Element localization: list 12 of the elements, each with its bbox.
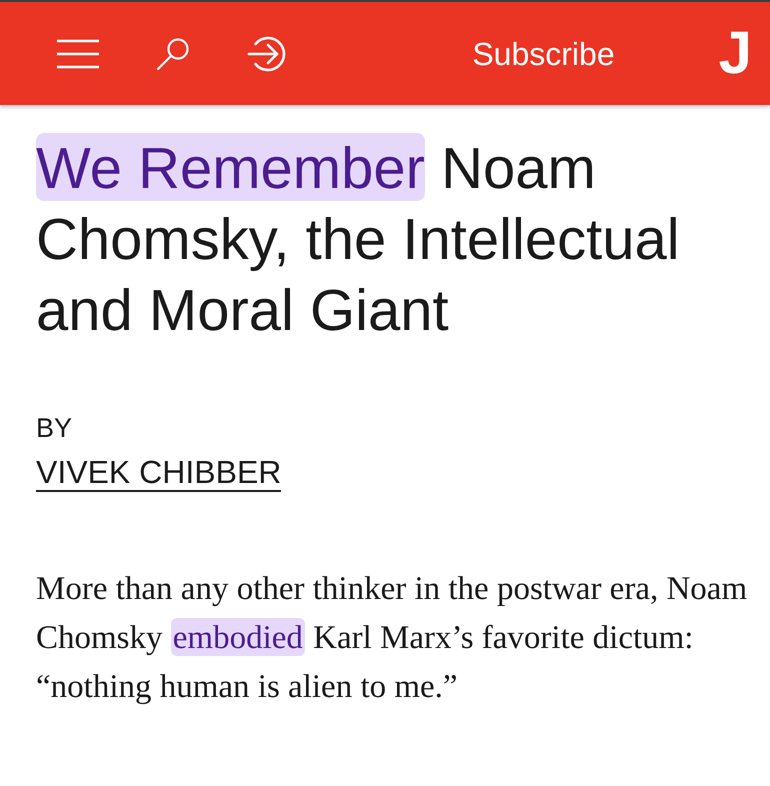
menu-icon [57, 38, 99, 68]
byline-label: BY [36, 412, 74, 444]
sign-in-button[interactable] [247, 36, 287, 72]
article-headline: We Remember Noam Chomsky, the Intellectual and Moral Giant [36, 133, 754, 346]
article-paragraph: More than any other thinker in the postwar era, Noam Chomsky embodied Karl Marx’s favorite dictum: “nothing human is alien to me.” [36, 570, 748, 707]
site-logo[interactable]: J [718, 26, 752, 80]
menu-button[interactable] [57, 38, 99, 68]
author-link[interactable]: VIVEK CHIBBER [36, 454, 282, 492]
sign-in-icon [247, 36, 287, 72]
subscribe-button[interactable]: Subscribe [472, 34, 615, 74]
search-icon [156, 36, 190, 70]
search-button[interactable] [156, 36, 190, 70]
